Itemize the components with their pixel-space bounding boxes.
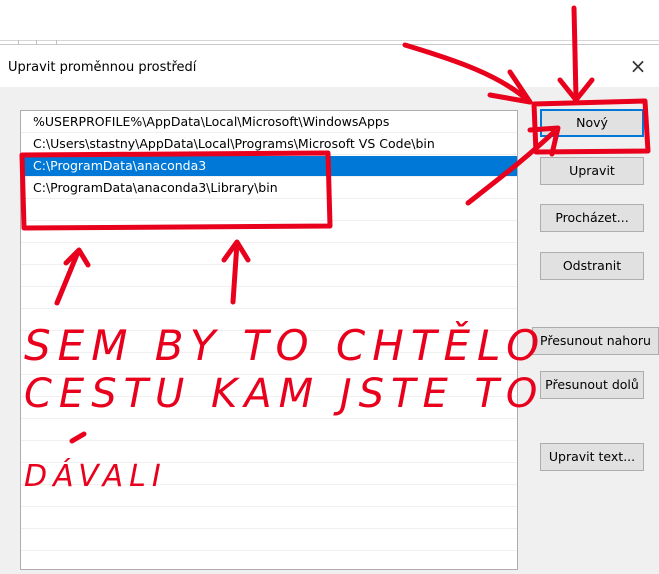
empty-list-row[interactable] — [21, 552, 517, 569]
list-item-selected[interactable]: C:\ProgramData\anaconda3 — [21, 156, 517, 177]
empty-list-row[interactable] — [21, 464, 517, 485]
dialog-titlebar: Upravit proměnnou prostředí × — [0, 45, 659, 87]
list-item[interactable]: C:\ProgramData\anaconda3\Library\bin — [21, 178, 517, 199]
edit-text-button[interactable]: Upravit text... — [540, 443, 644, 471]
empty-list-row[interactable] — [21, 442, 517, 463]
list-item[interactable]: %USERPROFILE%\AppData\Local\Microsoft\Wi… — [21, 112, 517, 133]
move-up-button[interactable]: Přesunout nahoru — [532, 327, 659, 355]
empty-list-row[interactable] — [21, 508, 517, 529]
empty-list-row[interactable] — [21, 486, 517, 507]
list-item-text: C:\ProgramData\anaconda3 — [33, 158, 207, 173]
empty-list-row[interactable] — [21, 288, 517, 309]
new-button[interactable]: Nový — [540, 109, 644, 137]
move-down-button[interactable]: Přesunout dolů — [540, 371, 644, 399]
list-item-text: C:\Users\stastny\AppData\Local\Programs\… — [33, 136, 435, 151]
background-window-strip — [0, 0, 659, 44]
path-list[interactable]: %USERPROFILE%\AppData\Local\Microsoft\Wi… — [20, 110, 518, 570]
list-item[interactable]: C:\Users\stastny\AppData\Local\Programs\… — [21, 134, 517, 155]
empty-list-row[interactable] — [21, 420, 517, 441]
empty-list-row[interactable] — [21, 530, 517, 551]
empty-list-row[interactable] — [21, 310, 517, 331]
edit-environment-variable-dialog: Upravit proměnnou prostředí × %USERPROFI… — [0, 44, 659, 574]
delete-button[interactable]: Odstranit — [540, 252, 644, 280]
empty-list-row[interactable] — [21, 244, 517, 265]
edit-button[interactable]: Upravit — [540, 157, 644, 185]
empty-list-row[interactable] — [21, 398, 517, 419]
empty-list-row[interactable] — [21, 332, 517, 353]
empty-list-row[interactable] — [21, 354, 517, 375]
empty-list-row[interactable] — [21, 200, 517, 221]
list-item-text: %USERPROFILE%\AppData\Local\Microsoft\Wi… — [33, 114, 390, 129]
empty-list-row[interactable] — [21, 266, 517, 287]
dialog-title: Upravit proměnnou prostředí — [8, 60, 197, 75]
empty-list-row[interactable] — [21, 222, 517, 243]
list-item-text: C:\ProgramData\anaconda3\Library\bin — [33, 180, 278, 195]
background-window-edge — [0, 40, 659, 41]
empty-list-row[interactable] — [21, 376, 517, 397]
close-icon[interactable]: × — [621, 51, 655, 81]
browse-button[interactable]: Procházet... — [540, 204, 644, 232]
